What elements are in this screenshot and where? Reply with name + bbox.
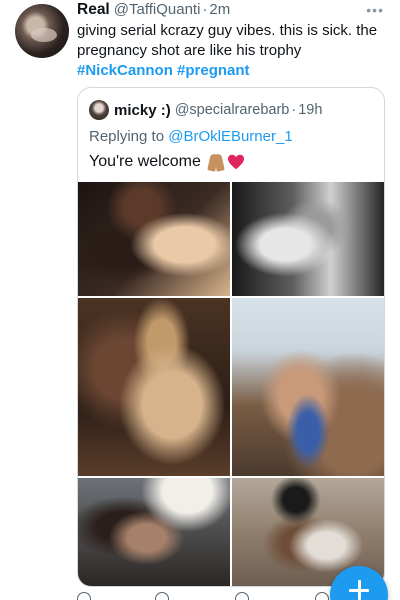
- quoted-tweet-text: You're welcome: [89, 153, 245, 171]
- plus-icon: [349, 580, 369, 600]
- hashtag-link[interactable]: #pregnant: [177, 62, 250, 79]
- photo-3[interactable]: [78, 298, 230, 476]
- tweet[interactable]: Real @TaffiQuanti · 2m ••• giving serial…: [0, 0, 400, 600]
- tweet-text-line: giving serial kcrazy guy vibes. this is …: [77, 22, 378, 39]
- photo-2[interactable]: [232, 182, 384, 296]
- hashtag-line: #NickCannon #pregnant: [77, 61, 389, 81]
- replying-to-handle[interactable]: @BrOklEBurner_1: [168, 128, 292, 145]
- quoted-timestamp[interactable]: 19h: [298, 102, 322, 118]
- photo-5[interactable]: [78, 478, 230, 586]
- reply-icon[interactable]: [77, 592, 91, 600]
- tweet-text-line: pregnancy shot are like his trophy: [77, 42, 302, 59]
- timestamp[interactable]: 2m: [209, 1, 230, 18]
- retweet-icon[interactable]: [155, 592, 169, 600]
- photo-1[interactable]: [78, 182, 230, 296]
- separator-dot: ·: [202, 1, 208, 18]
- quoted-tweet-header: micky :) @specialrarebarb · 19h: [89, 100, 322, 120]
- folded-hands-icon: [207, 153, 225, 171]
- more-horizontal-icon[interactable]: •••: [366, 2, 384, 18]
- photo-grid: [78, 182, 384, 586]
- separator-dot: ·: [291, 102, 297, 118]
- quoted-text: You're welcome: [89, 153, 201, 170]
- hashtag-link[interactable]: #NickCannon: [77, 62, 173, 79]
- like-icon[interactable]: [235, 592, 249, 600]
- tweet-text: giving serial kcrazy guy vibes. this is …: [77, 21, 389, 81]
- action-bar: [77, 592, 337, 600]
- user-handle[interactable]: @TaffiQuanti: [114, 1, 201, 18]
- quoted-handle[interactable]: @specialrarebarb: [175, 102, 290, 118]
- photo-4[interactable]: [232, 298, 384, 476]
- quoted-tweet[interactable]: micky :) @specialrarebarb · 19h Replying…: [77, 87, 385, 587]
- quoted-avatar[interactable]: [89, 100, 109, 120]
- display-name[interactable]: Real: [77, 1, 110, 19]
- tweet-header: Real @TaffiQuanti · 2m: [77, 1, 380, 21]
- red-heart-icon: [227, 154, 244, 170]
- share-icon[interactable]: [315, 592, 329, 600]
- quoted-display-name[interactable]: micky :): [114, 102, 171, 119]
- replying-to-label: Replying to: [89, 128, 165, 145]
- avatar[interactable]: [15, 4, 69, 58]
- replying-to: Replying to @BrOklEBurner_1: [89, 128, 293, 145]
